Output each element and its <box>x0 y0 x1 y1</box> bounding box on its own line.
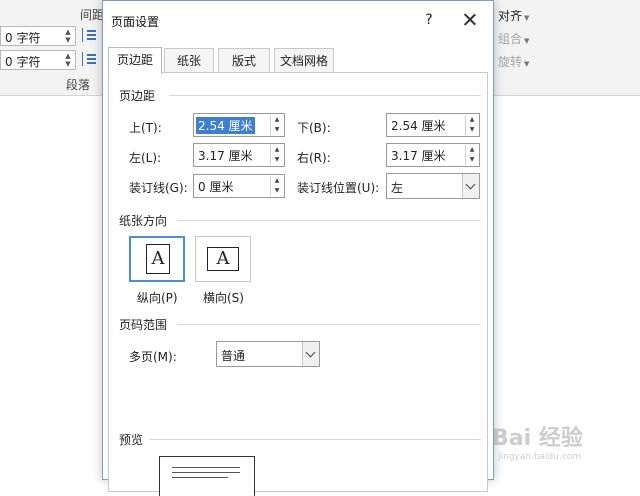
portrait-label: 纵向(P) <box>137 291 178 305</box>
margins-panel: 页边距 上(T): 2.54 厘米 ▲ ▼ 下(B): 2.54 厘米 ▲ ▼ 左(… <box>108 72 488 496</box>
gutter-position-value: 左 <box>391 181 404 195</box>
rotate-label: 旋转 <box>498 55 523 69</box>
multiple-pages-value: 普通 <box>221 349 246 363</box>
help-button[interactable]: ? <box>419 9 439 31</box>
bottom-margin-input[interactable]: 2.54 厘米 ▲ ▼ <box>386 113 480 137</box>
section-divider <box>169 95 481 96</box>
landscape-button[interactable]: A <box>195 236 251 282</box>
rotate-button[interactable]: 旋转 ▼ <box>498 53 529 70</box>
spin-arrows-icon[interactable]: ▲ ▼ <box>270 176 283 196</box>
page-setup-dialog: 页面设置 ? 页边距 纸张 版式 文档网格 页边距 上(T): 2.54 厘米 … <box>102 0 494 496</box>
baidu-watermark: Bai 经验 jingyan.baidu.com <box>492 412 632 468</box>
multiple-pages-select[interactable]: 普通 <box>216 341 320 367</box>
gutter-position-label: 装订线位置(U): <box>297 181 380 195</box>
gutter-label: 装订线(G): <box>129 181 188 195</box>
spacing-label: 间距 <box>80 8 105 22</box>
orientation-section-title: 纸张方向 <box>119 214 168 228</box>
indent-after-value: 0 字符 <box>5 55 41 69</box>
dialog-title: 页面设置 <box>111 15 160 29</box>
dialog-titlebar[interactable]: 页面设置 ? <box>103 1 493 39</box>
chevron-down-icon: ▼ <box>524 60 530 68</box>
landscape-page-icon: A <box>207 247 239 271</box>
group-button[interactable]: 组合 ▼ <box>498 30 529 47</box>
spin-arrows-icon[interactable]: ▲ ▼ <box>63 52 73 68</box>
chevron-down-icon: ▼ <box>524 37 530 45</box>
section-divider <box>177 220 481 221</box>
paragraph-group-label: 段落 <box>66 78 91 92</box>
spin-arrows-icon[interactable]: ▲ ▼ <box>465 115 478 135</box>
preview-section-title: 预览 <box>119 433 144 447</box>
indent-before-input[interactable]: 0 字符 ▲ ▼ <box>0 26 76 46</box>
landscape-label: 横向(S) <box>203 291 244 305</box>
watermark-main: Bai 经验 <box>492 426 583 451</box>
chevron-down-icon: ▼ <box>524 14 530 22</box>
tab-margins[interactable]: 页边距 <box>108 47 162 74</box>
spin-arrows-icon[interactable]: ▲ ▼ <box>63 28 73 44</box>
spin-arrows-icon[interactable]: ▲ ▼ <box>270 145 283 165</box>
section-divider <box>149 439 481 440</box>
portrait-button[interactable]: A <box>129 236 185 282</box>
tab-doc-grid[interactable]: 文档网格 <box>274 48 334 73</box>
left-margin-input[interactable]: 3.17 厘米 ▲ ▼ <box>193 143 285 167</box>
gutter-input[interactable]: 0 厘米 ▲ ▼ <box>193 174 285 198</box>
chevron-down-icon[interactable] <box>302 342 319 366</box>
left-margin-value: 3.17 厘米 <box>198 149 253 163</box>
tab-layout[interactable]: 版式 <box>218 48 270 73</box>
gutter-value: 0 厘米 <box>198 180 234 194</box>
multiple-pages-label: 多页(M): <box>129 350 177 364</box>
preview-page <box>159 456 255 496</box>
top-margin-label: 上(T): <box>129 121 162 135</box>
bottom-margin-value: 2.54 厘米 <box>391 119 446 133</box>
left-margin-label: 左(L): <box>129 151 162 165</box>
gutter-position-select[interactable]: 左 <box>386 173 480 199</box>
margins-section-title: 页边距 <box>119 89 156 103</box>
top-margin-input[interactable]: 2.54 厘米 ▲ ▼ <box>193 113 285 137</box>
right-margin-input[interactable]: 3.17 厘米 ▲ ▼ <box>386 143 480 167</box>
spacing-after-icon[interactable] <box>82 52 96 66</box>
align-label: 对齐 <box>498 9 523 23</box>
spin-arrows-icon[interactable]: ▲ ▼ <box>465 145 478 165</box>
group-label: 组合 <box>498 32 523 46</box>
chevron-down-icon[interactable] <box>462 174 479 198</box>
close-icon[interactable] <box>459 9 481 31</box>
align-button[interactable]: 对齐 ▼ <box>498 7 529 24</box>
portrait-page-icon: A <box>146 244 170 274</box>
pages-section-title: 页码范围 <box>119 318 168 332</box>
right-margin-value: 3.17 厘米 <box>391 149 446 163</box>
spacing-before-icon[interactable] <box>82 28 96 42</box>
indent-after-input[interactable]: 0 字符 ▲ ▼ <box>0 50 76 70</box>
tab-paper[interactable]: 纸张 <box>164 48 214 73</box>
section-divider <box>177 324 481 325</box>
indent-before-value: 0 字符 <box>5 31 41 45</box>
watermark-sub: jingyan.baidu.com <box>498 452 582 462</box>
spin-arrows-icon[interactable]: ▲ ▼ <box>270 115 283 135</box>
bottom-margin-label: 下(B): <box>297 121 331 135</box>
top-margin-value: 2.54 厘米 <box>196 117 255 134</box>
right-margin-label: 右(R): <box>297 151 331 165</box>
